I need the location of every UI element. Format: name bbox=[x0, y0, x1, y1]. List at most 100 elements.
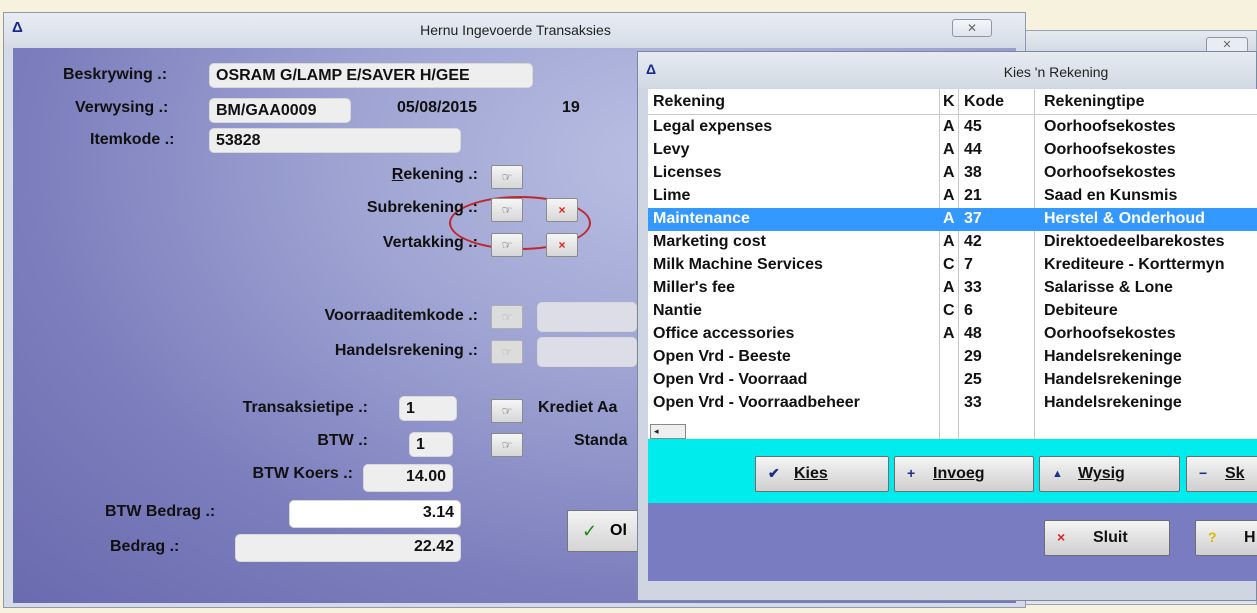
grid-header: Rekening K Kode Rekeningtipe bbox=[648, 89, 1257, 115]
handelsrekening-pick-button[interactable]: ☞ bbox=[491, 340, 523, 364]
wysig-button-label: Wysig bbox=[1078, 465, 1125, 482]
btw-bedrag-label: BTW Bedrag .: bbox=[105, 503, 216, 520]
account-name-cell: Office accessories bbox=[653, 325, 795, 342]
account-type-cell: Handelsrekeninge bbox=[1044, 348, 1182, 365]
rekening-pick-button[interactable]: ☞ bbox=[491, 165, 523, 189]
itemkode-field[interactable]: 53828 bbox=[209, 128, 461, 153]
subrekening-pick-button[interactable]: ☞ bbox=[491, 198, 523, 222]
checkmark-icon: ✔ bbox=[768, 465, 780, 481]
minus-icon: − bbox=[1199, 465, 1208, 481]
vertakking-label: Vertakking .: bbox=[382, 234, 478, 251]
verwysing-field[interactable]: BM/GAA0009 bbox=[209, 98, 351, 123]
table-row[interactable]: Lime A 21 Saad en Kunsmis bbox=[648, 185, 1257, 208]
account-name-cell: Nantie bbox=[653, 302, 702, 319]
table-row[interactable]: Levy A 44 Oorhoofsekostes bbox=[648, 139, 1257, 162]
account-code-cell: 48 bbox=[964, 325, 982, 342]
bedrag-field[interactable]: 22.42 bbox=[235, 534, 461, 562]
account-type-cell: Direktoedeelbarekostes bbox=[1044, 233, 1225, 250]
beskrywing-label: Beskrywing .: bbox=[63, 66, 168, 83]
close-button[interactable]: ✕ bbox=[952, 19, 992, 37]
table-row[interactable]: Miller's fee A 33 Salarisse & Lone bbox=[648, 277, 1257, 300]
help-button[interactable]: ? H bbox=[1195, 520, 1257, 556]
bedrag-label: Bedrag .: bbox=[110, 538, 180, 555]
rekening-label: Rekening .: bbox=[391, 166, 478, 183]
scroll-left-arrow-icon[interactable]: ◂ bbox=[654, 426, 659, 436]
column-header-kode[interactable]: Kode bbox=[964, 93, 1004, 111]
voorraaditemkode-field[interactable] bbox=[537, 302, 637, 332]
btw-field[interactable]: 1 bbox=[409, 432, 453, 457]
column-header-rekening[interactable]: Rekening bbox=[653, 93, 725, 111]
btw-koers-field[interactable]: 14.00 bbox=[363, 464, 453, 492]
account-name-cell: Open Vrd - Voorraad bbox=[653, 371, 808, 388]
kies-button[interactable]: ✔ Kies bbox=[755, 456, 889, 492]
transaksietipe-pick-button[interactable]: ☞ bbox=[491, 399, 523, 423]
account-type-cell: Oorhoofsekostes bbox=[1044, 118, 1176, 135]
account-code-cell: 45 bbox=[964, 118, 982, 135]
btw-bedrag-field[interactable]: 3.14 bbox=[289, 500, 461, 528]
pointer-hand-icon: ☞ bbox=[501, 170, 513, 184]
skrap-button[interactable]: − Sk bbox=[1186, 456, 1257, 492]
account-class-cell: A bbox=[943, 187, 955, 204]
vertakking-pick-button[interactable]: ☞ bbox=[491, 233, 523, 257]
account-class-cell: A bbox=[943, 210, 955, 227]
table-row[interactable]: Nantie C 6 Debiteure bbox=[648, 300, 1257, 323]
table-row[interactable]: Maintenance A 37 Herstel & Onderhoud bbox=[648, 208, 1257, 231]
account-class-cell: A bbox=[943, 279, 955, 296]
verwysing-label: Verwysing .: bbox=[75, 99, 169, 116]
account-type-cell: Saad en Kunsmis bbox=[1044, 187, 1178, 204]
account-class-cell: C bbox=[943, 256, 955, 273]
invoeg-button[interactable]: + Invoeg bbox=[894, 456, 1034, 492]
main-window-title: Hernu Ingevoerde Transaksies bbox=[420, 22, 611, 38]
wysig-button[interactable]: ▲ Wysig bbox=[1039, 456, 1180, 492]
sluit-button[interactable]: × Sluit bbox=[1044, 520, 1170, 556]
table-row[interactable]: Legal expenses A 45 Oorhoofsekostes bbox=[648, 116, 1257, 139]
help-button-label: H bbox=[1244, 529, 1256, 546]
horizontal-scrollbar[interactable]: ◂ bbox=[650, 424, 686, 439]
transaksietipe-field[interactable]: 1 bbox=[399, 396, 457, 421]
account-code-cell: 33 bbox=[964, 394, 982, 411]
account-code-cell: 42 bbox=[964, 233, 982, 250]
table-row[interactable]: Open Vrd - Voorraad 25 Handelsrekeninge bbox=[648, 369, 1257, 392]
table-row[interactable]: Open Vrd - Beeste 29 Handelsrekeninge bbox=[648, 346, 1257, 369]
subrekening-clear-button[interactable]: × bbox=[546, 198, 578, 222]
clear-x-icon: × bbox=[558, 238, 566, 252]
invoeg-button-label: Invoeg bbox=[933, 465, 985, 482]
account-type-cell: Oorhoofsekostes bbox=[1044, 141, 1176, 158]
vertakking-clear-button[interactable]: × bbox=[546, 233, 578, 257]
account-name-cell: Licenses bbox=[653, 164, 722, 181]
skrap-button-label: Sk bbox=[1225, 465, 1245, 482]
beskrywing-field[interactable]: OSRAM G/LAMP E/SAVER H/GEE bbox=[209, 63, 533, 88]
pointer-hand-icon: ☞ bbox=[501, 345, 513, 359]
table-row[interactable]: Office accessories A 48 Oorhoofsekostes bbox=[648, 323, 1257, 346]
table-row[interactable]: Licenses A 38 Oorhoofsekostes bbox=[648, 162, 1257, 185]
account-type-cell: Herstel & Onderhoud bbox=[1044, 210, 1205, 227]
clear-x-icon: × bbox=[558, 203, 566, 217]
account-code-cell: 38 bbox=[964, 164, 982, 181]
account-class-cell: A bbox=[943, 164, 955, 181]
table-row[interactable]: Open Vrd - Voorraadbeheer 33 Handelsrekeni… bbox=[648, 392, 1257, 415]
account-name-cell: Legal expenses bbox=[653, 118, 773, 135]
choose-account-dialog: Δ Kies 'n Rekening Rekening K Kode Reken… bbox=[637, 51, 1257, 601]
account-class-cell: A bbox=[943, 141, 955, 158]
account-name-cell: Milk Machine Services bbox=[653, 256, 823, 273]
table-row[interactable]: Milk Machine Services C 7 Krediteure - Kort… bbox=[648, 254, 1257, 277]
column-header-k[interactable]: K bbox=[943, 93, 955, 111]
handelsrekening-field[interactable] bbox=[537, 337, 637, 367]
table-row[interactable]: Marketing cost A 42 Direktoedeelbarekostes bbox=[648, 231, 1257, 254]
column-header-rekeningtipe[interactable]: Rekeningtipe bbox=[1044, 93, 1144, 111]
account-name-cell: Open Vrd - Beeste bbox=[653, 348, 791, 365]
btw-pick-button[interactable]: ☞ bbox=[491, 433, 523, 457]
pointer-hand-icon: ☞ bbox=[501, 203, 513, 217]
account-code-cell: 29 bbox=[964, 348, 982, 365]
account-grid[interactable]: Rekening K Kode Rekeningtipe Legal expen… bbox=[648, 89, 1257, 439]
krediet-label: Krediet Aa bbox=[538, 399, 618, 416]
account-name-cell: Open Vrd - Voorraadbeheer bbox=[653, 394, 860, 411]
close-x-icon: × bbox=[1057, 529, 1066, 545]
plus-icon: + bbox=[907, 465, 916, 481]
account-name-cell: Levy bbox=[653, 141, 690, 158]
pointer-hand-icon: ☞ bbox=[501, 238, 513, 252]
handelsrekening-label: Handelsrekening .: bbox=[334, 342, 478, 359]
account-type-cell: Debiteure bbox=[1044, 302, 1118, 319]
account-code-cell: 33 bbox=[964, 279, 982, 296]
voorraaditemkode-pick-button[interactable]: ☞ bbox=[491, 305, 523, 329]
